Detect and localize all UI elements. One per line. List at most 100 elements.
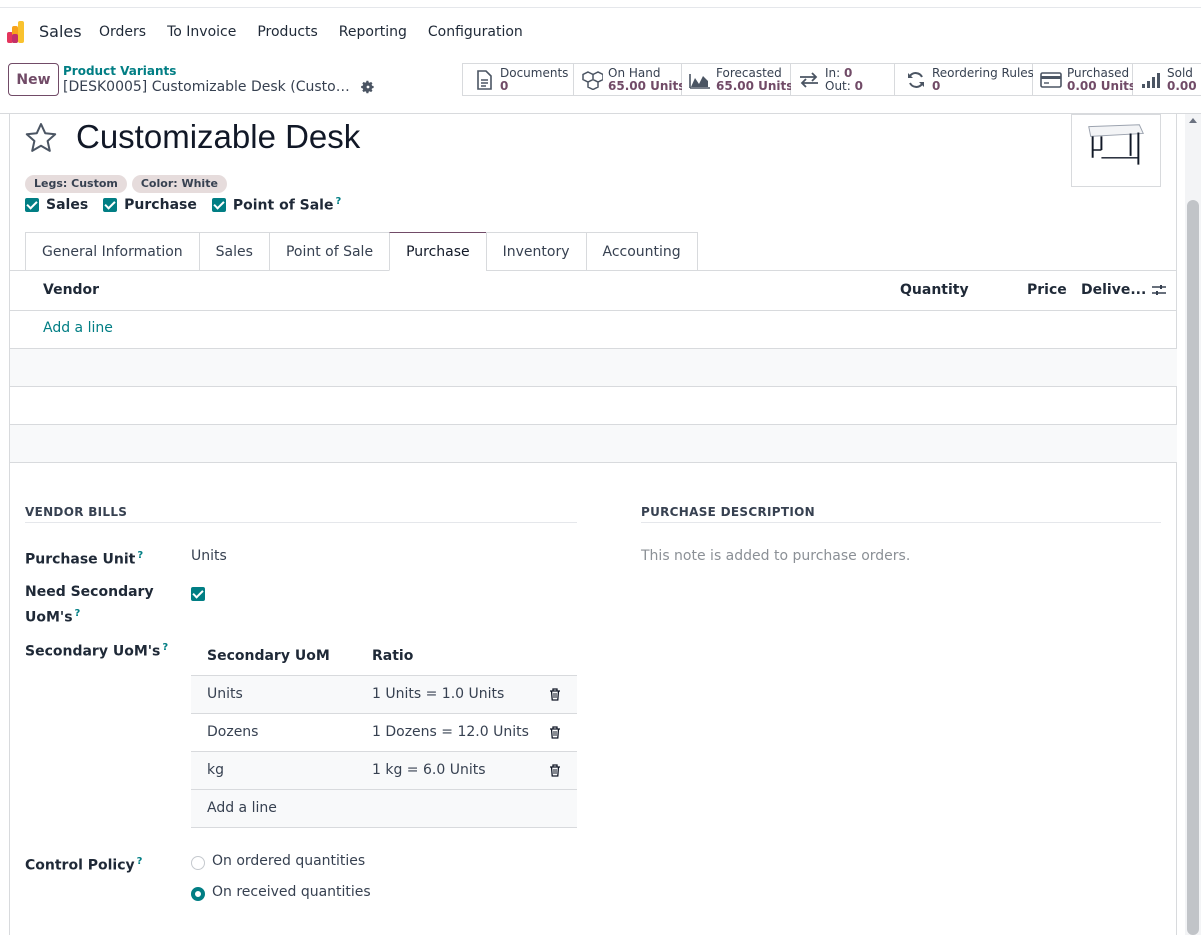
vendor-bills-separator — [25, 522, 577, 523]
tab-point-of-sale[interactable]: Point of Sale — [268, 232, 390, 271]
need-secondary-uom-label: Need Secondary UoM's? — [25, 584, 154, 626]
app-brand[interactable]: Sales — [39, 22, 82, 41]
table-row[interactable]: Dozens 1 Dozens = 12.0 Units — [191, 714, 577, 752]
nav-orders[interactable]: Orders — [99, 24, 146, 40]
col-delivery[interactable]: Delive... — [1081, 282, 1146, 298]
pos-checkbox[interactable] — [211, 197, 226, 212]
variant-tags: Legs: Custom Color: White — [25, 175, 227, 193]
table-row[interactable]: kg 1 kg = 6.0 Units — [191, 752, 577, 790]
purchase-checkbox[interactable] — [103, 197, 118, 212]
nav-configuration[interactable]: Configuration — [428, 24, 523, 40]
sold-button[interactable]: Sold 0.00 Units — [1133, 64, 1201, 95]
product-image[interactable] — [1071, 114, 1161, 187]
uom-name: kg — [207, 762, 224, 778]
on-hand-button[interactable]: On Hand 65.00 Units — [574, 64, 686, 95]
help-tooltip-icon[interactable]: ? — [137, 550, 143, 561]
empty-row — [10, 425, 1177, 463]
col-ratio[interactable]: Ratio — [372, 648, 413, 664]
breadcrumb-current: [DESK0005] Customizable Desk (Custom, Wh… — [63, 79, 353, 95]
credit-card-icon — [1040, 71, 1062, 88]
nav-to-invoice[interactable]: To Invoice — [167, 24, 236, 40]
vendor-list-header: Vendor Quantity Price Delive... — [10, 271, 1177, 311]
tab-purchase[interactable]: Purchase — [389, 232, 486, 271]
help-tooltip-icon[interactable]: ? — [335, 196, 341, 207]
uom-ratio: 1 kg = 6.0 Units — [372, 762, 486, 778]
need-secondary-uom-checkbox[interactable] — [191, 587, 205, 601]
vendor-add-line[interactable]: Add a line — [43, 320, 113, 336]
nav-menu: Orders To Invoice Products Reporting Con… — [99, 24, 544, 40]
purchased-button[interactable]: Purchased 0.00 Units — [1033, 64, 1137, 95]
forecasted-value: 65.00 Units — [716, 78, 794, 93]
empty-row — [10, 387, 1177, 425]
scroll-up-arrow-icon[interactable] — [1189, 118, 1197, 123]
trash-icon[interactable] — [549, 726, 561, 739]
nav-products[interactable]: Products — [257, 24, 317, 40]
purchase-description-title: PURCHASE DESCRIPTION — [641, 505, 815, 519]
tab-accounting[interactable]: Accounting — [585, 232, 698, 271]
uom-add-line-row: Add a line — [191, 790, 577, 828]
cubes-icon — [582, 70, 603, 90]
tab-sales[interactable]: Sales — [198, 232, 269, 271]
purchase-checkbox-label: Purchase — [124, 196, 197, 213]
reordering-label: Reordering Rules — [932, 65, 1034, 80]
purchase-description-field[interactable]: This note is added to purchase orders. — [641, 548, 910, 564]
radio-ordered-label[interactable]: On ordered quantities — [212, 853, 365, 869]
help-tooltip-icon[interactable]: ? — [75, 608, 81, 619]
tab-inventory[interactable]: Inventory — [485, 232, 586, 271]
sales-checkbox[interactable] — [25, 197, 39, 212]
purchased-label: Purchased — [1067, 65, 1130, 80]
optional-columns-icon[interactable] — [1152, 283, 1166, 297]
help-tooltip-icon[interactable]: ? — [162, 642, 168, 653]
desk-image-icon — [1088, 124, 1144, 165]
favorite-star-icon[interactable] — [24, 121, 58, 155]
purchase-unit-value[interactable]: Units — [191, 548, 227, 564]
out-count: Out: 0 — [825, 78, 863, 93]
nav-reporting[interactable]: Reporting — [339, 24, 407, 40]
exchange-icon — [800, 71, 818, 88]
col-price[interactable]: Price — [1027, 282, 1067, 298]
breadcrumb-parent[interactable]: Product Variants — [63, 64, 176, 78]
radio-received-quantities[interactable] — [191, 887, 205, 901]
browser-top-strip — [0, 0, 1201, 8]
documents-value: 0 — [500, 78, 509, 93]
reordering-value: 0 — [932, 78, 941, 93]
documents-label: Documents — [500, 65, 569, 80]
form-tabs: General Information Sales Point of Sale … — [25, 232, 698, 271]
trash-icon[interactable] — [549, 764, 561, 777]
sales-app-icon[interactable] — [7, 21, 29, 43]
help-tooltip-icon[interactable]: ? — [137, 856, 143, 867]
main-navbar: Sales Orders To Invoice Products Reporti… — [0, 9, 1201, 55]
radio-ordered-quantities[interactable] — [191, 856, 205, 870]
signal-bars-icon — [1142, 72, 1160, 88]
smart-buttons: Documents 0 On Hand 65.00 Units Forecast… — [462, 63, 1201, 96]
reordering-rules-button[interactable]: Reordering Rules 0 — [895, 64, 1034, 95]
product-name[interactable]: Customizable Desk — [76, 118, 360, 156]
vendor-bills-title: VENDOR BILLS — [25, 505, 128, 519]
uom-add-line[interactable]: Add a line — [207, 800, 277, 816]
on-hand-value: 65.00 Units — [608, 78, 686, 93]
secondary-uom-table: Secondary UoM Ratio Units 1 Units = 1.0 … — [191, 637, 577, 828]
tag-color: Color: White — [131, 175, 227, 193]
vendor-add-line-row: Add a line — [10, 311, 1177, 349]
radio-received-label[interactable]: On received quantities — [212, 884, 371, 900]
on-hand-label: On Hand — [608, 65, 661, 80]
table-row[interactable]: Units 1 Units = 1.0 Units — [191, 676, 577, 714]
area-chart-icon — [689, 73, 710, 89]
uom-table-header: Secondary UoM Ratio — [191, 637, 577, 676]
documents-button[interactable]: Documents 0 — [463, 64, 574, 95]
purchase-description-separator — [641, 522, 1161, 523]
new-button[interactable]: New — [8, 63, 59, 96]
refresh-icon — [908, 71, 924, 88]
trash-icon[interactable] — [549, 688, 561, 701]
in-out-button[interactable]: In: 0 Out: 0 — [791, 64, 895, 95]
col-secondary-uom[interactable]: Secondary UoM — [207, 648, 330, 664]
gear-icon[interactable] — [361, 80, 375, 94]
col-vendor[interactable]: Vendor — [43, 282, 99, 298]
forecasted-button[interactable]: Forecasted 65.00 Units — [682, 64, 794, 95]
scrollbar-thumb[interactable] — [1187, 200, 1199, 935]
purchased-value: 0.00 Units — [1067, 78, 1137, 93]
uom-ratio: 1 Dozens = 12.0 Units — [372, 724, 529, 740]
col-quantity[interactable]: Quantity — [900, 282, 969, 298]
tab-general-information[interactable]: General Information — [25, 232, 199, 271]
sales-checkbox-label: Sales — [46, 196, 89, 213]
